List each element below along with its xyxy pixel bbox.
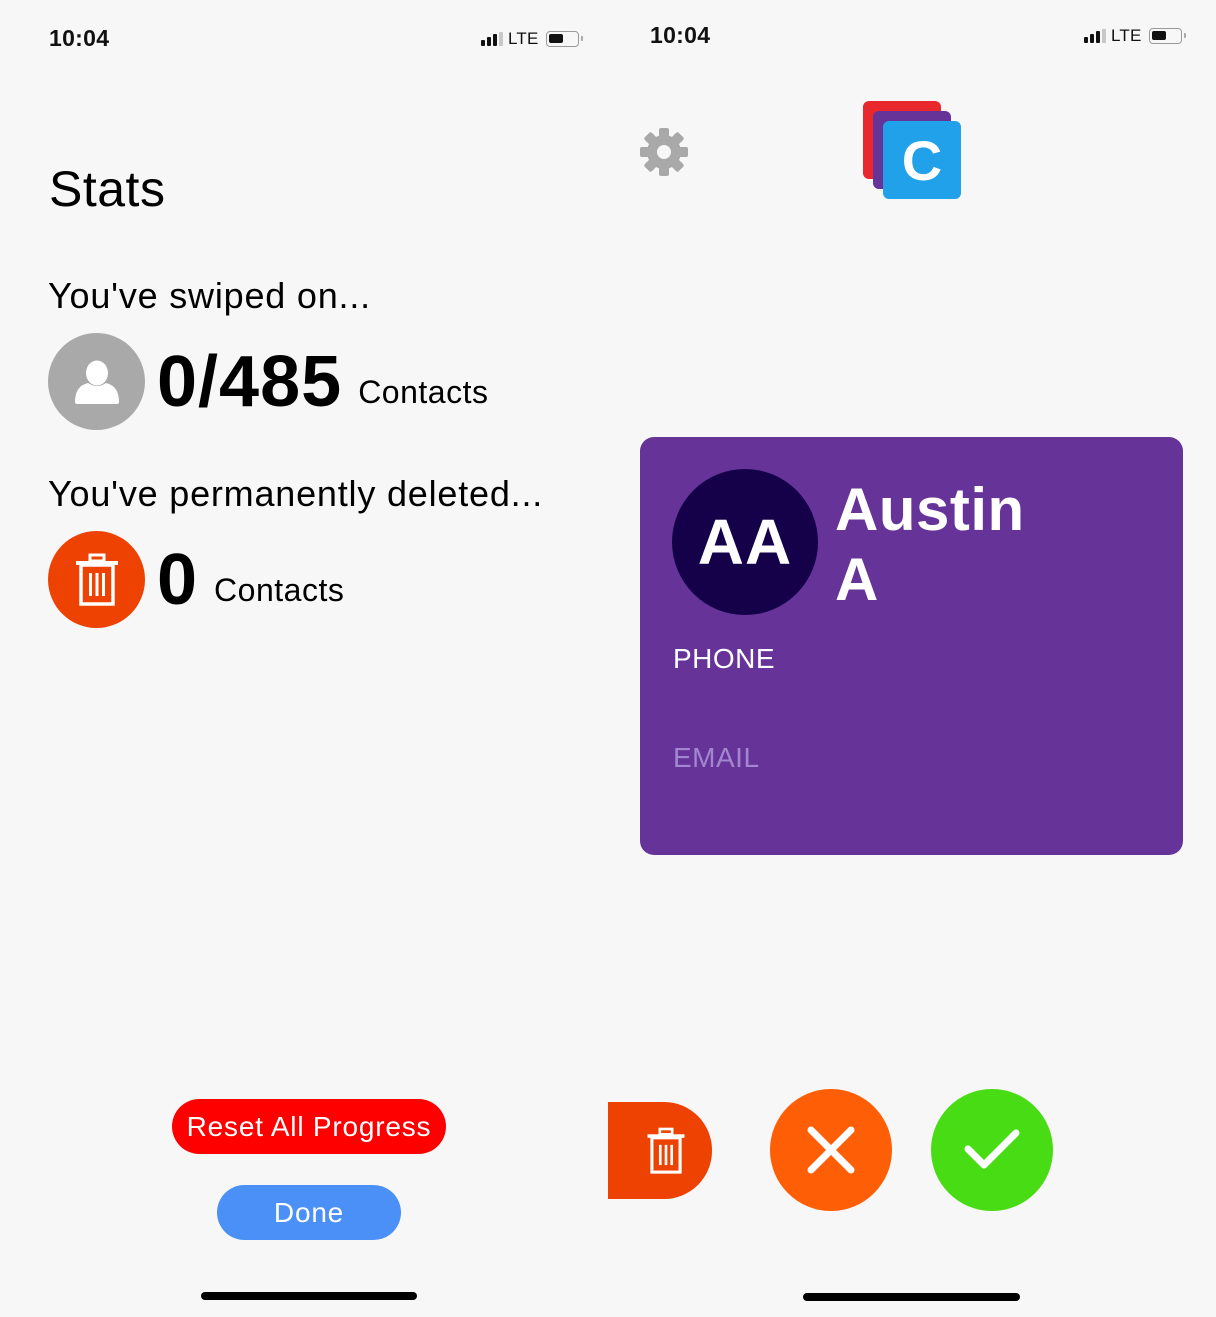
gear-icon (640, 128, 688, 176)
swipe-screen: 10:04 LTE C AA Austin A PHONE EMAIL (608, 0, 1216, 1317)
swiped-count: 0/485 (157, 341, 343, 422)
network-type: LTE (1111, 26, 1142, 45)
delete-button[interactable] (608, 1102, 712, 1199)
status-indicators: LTE (1084, 26, 1186, 46)
close-icon (807, 1126, 855, 1174)
page-title: Stats (49, 161, 166, 217)
status-indicators: LTE (481, 29, 583, 49)
phone-label: PHONE (673, 643, 776, 674)
reject-button[interactable] (770, 1089, 892, 1211)
deleted-label: You've permanently deleted... (48, 473, 544, 514)
email-label: EMAIL (673, 742, 760, 773)
deleted-stat: 0 Contacts (48, 531, 344, 628)
signal-icon (481, 32, 503, 46)
accept-button[interactable] (931, 1089, 1053, 1211)
logo-card-blue: C (883, 121, 961, 199)
status-time: 10:04 (650, 22, 711, 48)
done-button[interactable]: Done (217, 1185, 401, 1240)
battery-icon (545, 31, 583, 47)
network-type: LTE (508, 29, 539, 48)
deleted-count: 0 (157, 539, 199, 620)
swiped-unit: Contacts (358, 374, 489, 410)
app-logo: C (863, 101, 963, 201)
trash-icon (48, 531, 145, 628)
contact-first-name: Austin (835, 476, 1025, 543)
battery-icon (1148, 28, 1186, 44)
contact-card[interactable]: AA Austin A PHONE EMAIL (640, 437, 1183, 855)
contact-last-name: A (835, 546, 879, 613)
check-icon (964, 1129, 1020, 1169)
reset-all-progress-button[interactable]: Reset All Progress (172, 1099, 446, 1154)
person-icon (48, 333, 145, 430)
avatar: AA (672, 469, 818, 615)
settings-button[interactable] (638, 126, 690, 178)
swiped-label: You've swiped on... (48, 275, 371, 316)
swiped-stat: 0/485 Contacts (48, 333, 488, 430)
trash-icon (647, 1127, 685, 1174)
signal-icon (1084, 29, 1106, 43)
status-time: 10:04 (49, 25, 110, 51)
stats-screen: 10:04 LTE Stats You've swiped on... 0/48… (0, 0, 608, 1317)
deleted-unit: Contacts (214, 572, 345, 608)
home-indicator[interactable] (201, 1292, 417, 1300)
contact-name: Austin A (835, 475, 1025, 615)
home-indicator[interactable] (803, 1293, 1020, 1301)
